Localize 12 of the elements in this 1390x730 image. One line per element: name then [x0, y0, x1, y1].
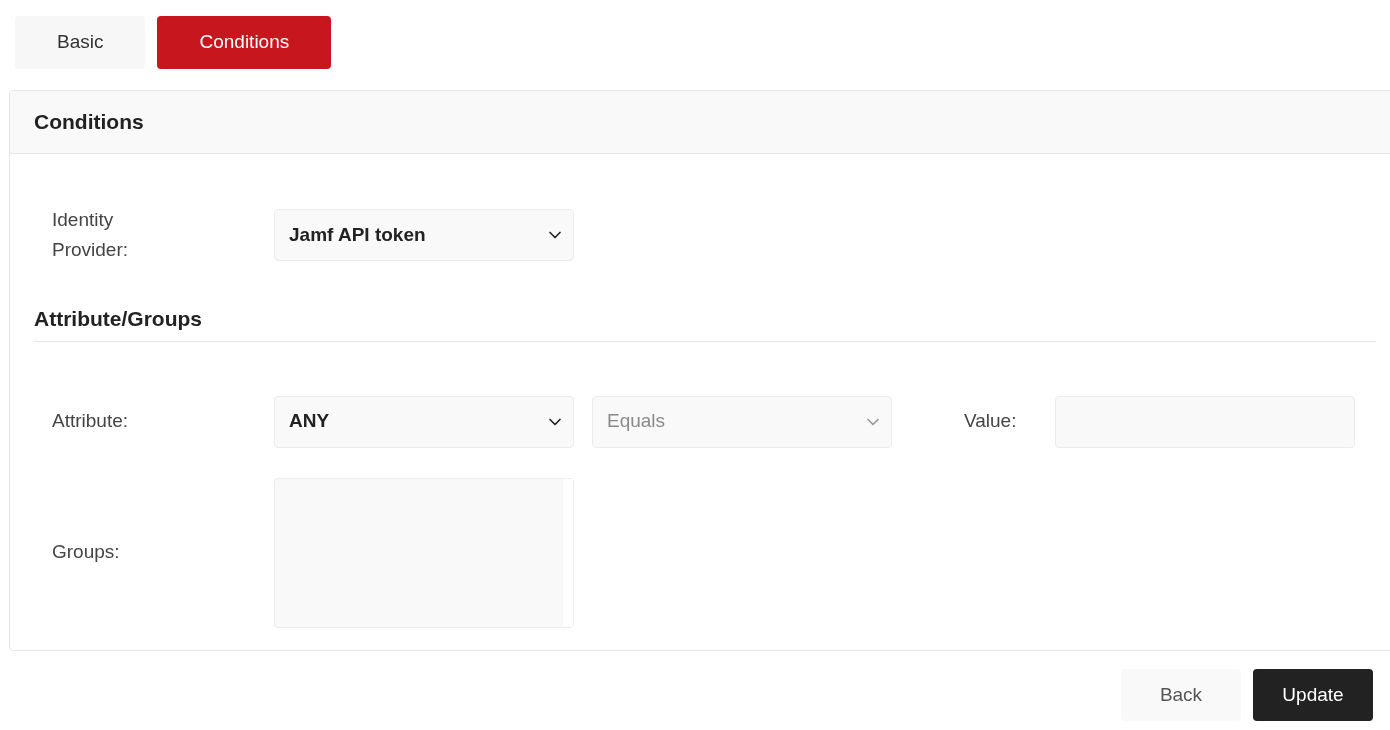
field-label: Groups: — [52, 540, 121, 565]
update-button[interactable]: Update — [1253, 669, 1373, 721]
back-button[interactable]: Back — [1121, 669, 1241, 721]
field-label: Identity Provider: — [52, 208, 130, 262]
panel-title: Conditions — [34, 109, 144, 136]
field-label: Attribute: — [52, 409, 130, 434]
select-dropdown[interactable]: Jamf API token — [274, 209, 574, 261]
field-label: Value: — [964, 409, 1018, 434]
select-dropdown[interactable]: ANY — [274, 395, 574, 448]
section-title: Attribute/Groups — [34, 307, 202, 330]
tab[interactable]: Conditions — [157, 16, 332, 69]
tab[interactable]: Basic — [15, 16, 146, 69]
